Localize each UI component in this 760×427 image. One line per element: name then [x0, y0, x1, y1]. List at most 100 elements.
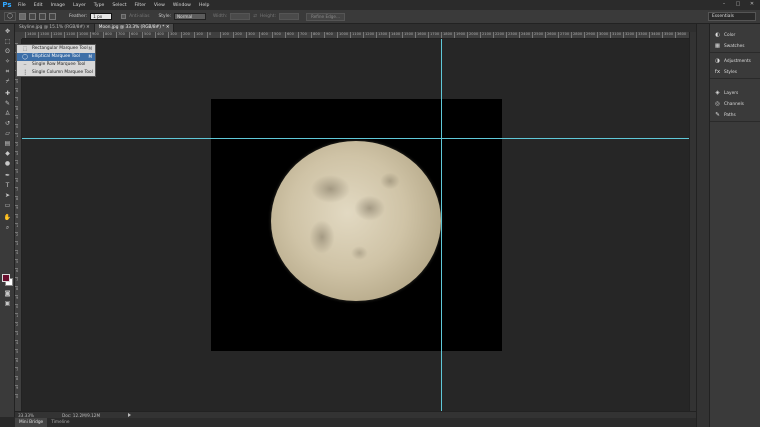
tab-mini-bridge[interactable]: Mini Bridge [15, 418, 48, 427]
ruler-tick-label: 600 [129, 32, 138, 38]
tab-skyline[interactable]: Skyline.jpg @ 15.1% (RGB/8#) ✕ [15, 24, 95, 32]
path-select-tool-icon[interactable]: ➤ [3, 192, 12, 200]
move-tool-icon[interactable]: ✥ [3, 28, 12, 36]
quick-select-tool-icon[interactable]: ✧ [3, 58, 12, 66]
hand-tool-icon[interactable]: ✋ [3, 214, 12, 222]
dock-item-layers[interactable]: ◈ Layers [710, 88, 760, 99]
ruler-tick-label: 1800 [441, 32, 452, 38]
type-tool-icon[interactable]: T [3, 182, 12, 190]
marquee-tool-icon[interactable]: ⬚ [3, 38, 12, 46]
crop-tool-icon[interactable]: ⌗ [3, 68, 12, 76]
tab-moon[interactable]: Moon.jpg @ 33.3% (RGB/8#) * ✕ [94, 24, 175, 32]
lasso-tool-icon[interactable]: ʘ [3, 48, 12, 56]
stamp-tool-icon[interactable]: ♙ [3, 110, 12, 118]
eraser-tool-icon[interactable]: ▱ [3, 130, 12, 138]
gradient-tool-icon[interactable]: ▤ [3, 140, 12, 148]
ruler-tick-label: 5 [15, 169, 19, 174]
tab-timeline[interactable]: Timeline [47, 418, 73, 427]
pen-tool-icon[interactable]: ✒ [3, 172, 12, 180]
ruler-tick-label: 7 [15, 367, 19, 372]
ruler-tick-label: 900 [324, 32, 333, 38]
dock-item-channels[interactable]: ◎ Channels [710, 99, 760, 110]
menu-select[interactable]: Select [108, 3, 130, 8]
style-select[interactable]: Normal [174, 13, 207, 20]
history-brush-icon[interactable]: ↺ [3, 120, 12, 128]
dock-item-styles[interactable]: fx Styles [710, 67, 760, 78]
maximize-button[interactable]: □ [734, 1, 742, 8]
flyout-item-ellipse-marquee[interactable]: ◯ Elliptical Marquee Tool M [17, 53, 95, 61]
menu-edit[interactable]: Edit [30, 3, 47, 8]
intersect-selection-button[interactable] [49, 13, 56, 20]
quick-mask-icon[interactable]: ◙ [3, 290, 12, 298]
vertical-ruler[interactable]: 1234567890123456789012345678901234567890 [15, 39, 22, 411]
menu-window[interactable]: Window [169, 3, 195, 8]
flyout-item-rect-marquee[interactable]: ⬚ Rectangular Marquee Tool M [17, 45, 95, 53]
ruler-tick-label: 1600 [415, 32, 426, 38]
eyedropper-tool-icon[interactable]: ⌿ [3, 78, 12, 86]
vertical-scrollbar[interactable] [689, 32, 696, 411]
blur-tool-icon[interactable]: ◆ [3, 150, 12, 158]
ruler-tick-label: 300 [168, 32, 177, 38]
horizontal-guide[interactable] [22, 138, 689, 139]
status-menu-arrow-icon[interactable] [128, 413, 132, 417]
ruler-tick-label: 4 [15, 340, 19, 345]
close-button[interactable]: ✕ [748, 1, 756, 8]
ruler-tick-label: 1 [15, 313, 19, 318]
ruler-tick-label: 3 [15, 331, 19, 336]
dodge-tool-icon[interactable]: ● [3, 160, 12, 168]
flyout-item-row-marquee[interactable]: ┄ Single Row Marquee Tool [17, 61, 95, 69]
workspace-switcher[interactable]: Essentials [708, 12, 756, 21]
anti-alias-label: Anti-alias [129, 14, 150, 19]
document-tabs: Skyline.jpg @ 15.1% (RGB/8#) ✕ Moon.jpg … [15, 24, 696, 32]
dock-item-adjustments[interactable]: ◑ Adjustments [710, 56, 760, 67]
dock-item-swatches[interactable]: ▦ Swatches [710, 41, 760, 52]
minimize-button[interactable]: – [720, 1, 728, 8]
ruler-origin[interactable] [15, 32, 22, 39]
menu-view[interactable]: View [150, 3, 169, 8]
new-selection-button[interactable] [19, 13, 26, 20]
moon-image [271, 141, 441, 301]
width-input[interactable] [230, 13, 251, 20]
height-input[interactable] [278, 13, 299, 20]
shape-tool-icon[interactable]: ▭ [3, 202, 12, 210]
ruler-tick-label: 1000 [77, 32, 88, 38]
zoom-level[interactable]: 33.33% [18, 413, 34, 418]
zoom-tool-icon[interactable]: ⌕ [3, 224, 12, 232]
ruler-tick-label: 7 [15, 277, 19, 282]
tool-preset-picker[interactable]: ◯ [4, 12, 16, 21]
vertical-guide[interactable] [441, 39, 442, 411]
ruler-tick-label: 0 [15, 214, 19, 219]
window-controls: – □ ✕ [720, 1, 756, 8]
menu-image[interactable]: Image [47, 3, 69, 8]
menu-file[interactable]: File [14, 3, 30, 8]
menu-type[interactable]: Type [90, 3, 109, 8]
menu-layer[interactable]: Layer [69, 3, 90, 8]
canvas-area[interactable] [22, 39, 689, 411]
paths-icon: ✎ [715, 112, 720, 118]
ruler-tick-label: 1 [15, 223, 19, 228]
refine-edge-button[interactable]: Refine Edge... [305, 12, 345, 21]
row-marquee-icon: ┄ [23, 62, 27, 68]
menu-filter[interactable]: Filter [131, 3, 150, 8]
tools-panel: ✥ ⬚ ʘ ✧ ⌗ ⌿ ✚ ✎ ♙ ↺ ▱ ▤ ◆ ● ✒ T ➤ ▭ ✋ ⌕ … [0, 24, 15, 417]
brush-tool-icon[interactable]: ✎ [3, 100, 12, 108]
document-canvas[interactable] [211, 99, 502, 351]
adjustments-icon: ◑ [715, 58, 720, 64]
dock-item-color[interactable]: ◐ Color [710, 30, 760, 41]
horizontal-ruler[interactable]: 1400 1300 1200 1100 1000 900 800 700 600 500 400 30… [22, 32, 689, 39]
foreground-color-swatch[interactable] [2, 274, 10, 282]
ruler-tick-label: 9 [15, 205, 19, 210]
swap-icon[interactable]: ⇄ [253, 14, 257, 19]
ruler-tick-label: 1400 [25, 32, 36, 38]
healing-tool-icon[interactable]: ✚ [3, 90, 12, 98]
dock-item-paths[interactable]: ✎ Paths [710, 110, 760, 121]
add-selection-button[interactable] [29, 13, 36, 20]
menu-help[interactable]: Help [195, 3, 213, 8]
column-marquee-icon: ┆ [23, 70, 27, 76]
dock-collapse-strip[interactable] [696, 24, 710, 427]
feather-input[interactable]: 1 px [90, 13, 113, 20]
anti-alias-checkbox[interactable] [121, 14, 127, 19]
flyout-item-column-marquee[interactable]: ┆ Single Column Marquee Tool [17, 69, 95, 77]
subtract-selection-button[interactable] [39, 13, 46, 20]
screen-mode-icon[interactable]: ▣ [3, 300, 12, 308]
